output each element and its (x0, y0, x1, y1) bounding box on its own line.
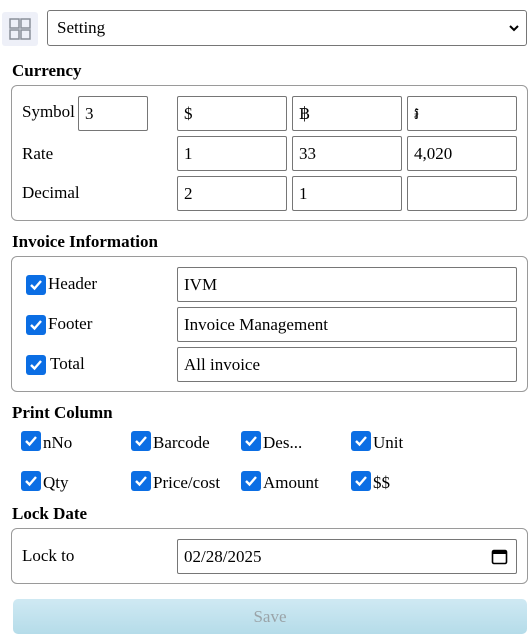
total-input[interactable]: All invoice (177, 347, 517, 382)
symbol-count-input[interactable]: 3 (78, 96, 148, 131)
symbol-label: Symbol (22, 102, 75, 121)
check-icon (355, 436, 367, 447)
total-label: Total (50, 354, 85, 373)
col-unit-checkbox[interactable] (351, 431, 371, 451)
lock-date-input[interactable]: 02/28/2025 (177, 539, 517, 574)
check-icon (25, 476, 37, 487)
col-nno-label: nNo (43, 433, 73, 452)
chevron-down-icon (509, 25, 519, 32)
col-barcode-checkbox[interactable] (131, 431, 151, 451)
check-icon (245, 436, 257, 447)
col-qty-label: Qty (43, 473, 69, 492)
total-checkbox[interactable] (26, 355, 46, 375)
currency-title: Currency (12, 61, 82, 80)
calendar-icon[interactable] (491, 548, 508, 565)
settings-select[interactable]: Setting (47, 10, 527, 46)
lock-date-title: Lock Date (12, 504, 88, 523)
rate-input-2[interactable]: 33 (292, 136, 402, 171)
footer-checkbox[interactable] (26, 315, 46, 335)
col-price-checkbox[interactable] (131, 471, 151, 491)
check-icon (30, 280, 42, 291)
symbol-input-2[interactable]: ฿ (292, 96, 402, 131)
symbol-input-1[interactable]: $ (177, 96, 287, 131)
decimal-label: Decimal (22, 183, 80, 202)
top-bar: Setting (0, 10, 532, 46)
col-barcode-label: Barcode (153, 433, 210, 452)
col-dollar-label: $$ (373, 473, 390, 492)
header-input[interactable]: IVM (177, 267, 517, 302)
lock-to-label: Lock to (22, 546, 75, 565)
decimal-input-3[interactable] (407, 176, 517, 211)
check-icon (355, 476, 367, 487)
rate-label: Rate (22, 144, 54, 163)
check-icon (245, 476, 257, 487)
check-icon (25, 436, 37, 447)
col-dollar-checkbox[interactable] (351, 471, 371, 491)
rate-input-3[interactable]: 4,020 (407, 136, 517, 171)
symbol-input-3[interactable]: ៛ (407, 96, 517, 131)
decimal-input-1[interactable]: 2 (177, 176, 287, 211)
col-des-checkbox[interactable] (241, 431, 261, 451)
check-icon (30, 320, 42, 331)
footer-label: Footer (48, 314, 93, 333)
lock-date-value: 02/28/2025 (184, 547, 262, 566)
rate-input-1[interactable]: 1 (177, 136, 287, 171)
invoice-title: Invoice Information (12, 232, 158, 251)
decimal-input-2[interactable]: 1 (292, 176, 402, 211)
col-unit-label: Unit (373, 433, 404, 452)
check-icon (30, 360, 42, 371)
settings-select-value: Setting (57, 18, 106, 37)
check-icon (135, 476, 147, 487)
save-button[interactable]: Save (13, 599, 527, 634)
col-amount-label: Amount (263, 473, 319, 492)
col-qty-checkbox[interactable] (21, 471, 41, 491)
col-price-label: Price/cost (153, 473, 221, 492)
col-nno-checkbox[interactable] (21, 431, 41, 451)
header-label: Header (48, 274, 98, 293)
print-column-title: Print Column (12, 403, 113, 422)
col-amount-checkbox[interactable] (241, 471, 261, 491)
header-checkbox[interactable] (26, 275, 46, 295)
footer-input[interactable]: Invoice Management (177, 307, 517, 342)
check-icon (135, 436, 147, 447)
grid-menu-icon[interactable] (2, 12, 38, 46)
col-des-label: Des... (263, 433, 303, 452)
